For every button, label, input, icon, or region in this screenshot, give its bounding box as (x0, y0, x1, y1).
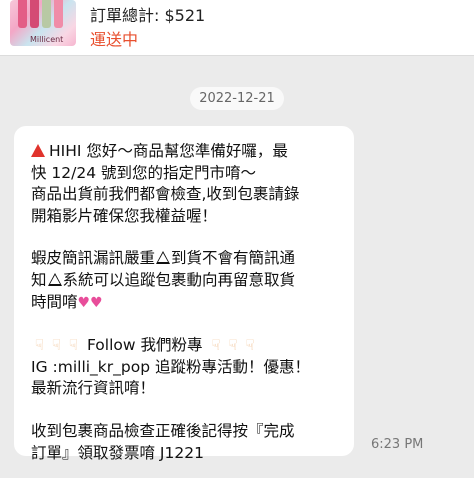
product-thumbnail: Millicent (10, 0, 76, 46)
hand-pointing-down-icon: ☟ (34, 336, 45, 355)
hand-pointing-down-icon: ☟ (51, 336, 62, 355)
hand-pointing-down-icon: ☟ (211, 336, 221, 355)
message-line: 收到包裹商品檢查正確後記得按『完成 (31, 421, 295, 440)
order-total-label: 訂單總計: (90, 6, 160, 25)
order-total-value: $521 (164, 6, 206, 25)
order-total: 訂單總計: $521 (90, 2, 205, 26)
red-triangle-icon (31, 144, 45, 157)
message-text: 時間唷 (31, 292, 78, 311)
thumbnail-brand-text: Millicent (30, 35, 64, 44)
message-line: 知系統可以追蹤包裹動向再留意取貨 (31, 270, 339, 292)
date-separator: 2022-12-21 (190, 87, 284, 110)
warning-sign-icon (47, 272, 62, 286)
message-text: 蝦皮簡訊漏訊嚴重 (31, 249, 156, 268)
message-line: 蝦皮簡訊漏訊嚴重 到貨不會有簡訊通 (31, 248, 339, 270)
two-hearts-icon: ♥♥ (77, 294, 103, 311)
warning-sign-icon (156, 251, 171, 265)
hand-pointing-down-icon: ☟ (68, 336, 79, 355)
message-paragraph-2: 蝦皮簡訊漏訊嚴重 到貨不會有簡訊通 知系統可以追蹤包裹動向再留意取貨 時間唷♥♥ (31, 248, 339, 314)
message-paragraph-4: 收到包裹商品檢查正確後記得按『完成 訂單』領取發票唷 J1221 (31, 421, 339, 464)
message-text: Follow 我們粉專 (86, 336, 203, 355)
lipstick-tube-image (18, 0, 27, 28)
order-status: 運送中 (90, 30, 139, 49)
chat-message-bubble[interactable]: HIHI 您好～商品幫您準備好囉，最 快 12/24 號到您的指定門市唷～ 商品… (14, 126, 354, 462)
lipstick-tube-image (30, 0, 39, 28)
lipstick-tube-image (54, 0, 63, 28)
message-line: HIHI 您好～商品幫您準備好囉，最 (31, 141, 339, 163)
lipstick-tube-image (42, 0, 51, 28)
message-line: 開箱影片確保您我權益喔！ (31, 206, 218, 225)
hand-pointing-down-icon: ☟ (245, 336, 255, 355)
message-line: 訂單』領取發票唷 J1221 (31, 443, 204, 462)
message-line: 商品出貨前我們都會檢查,收到包裹請錄 (31, 185, 300, 204)
message-line: 時間唷♥♥ (31, 292, 339, 315)
message-line: ☟ ☟ ☟ Follow 我們粉專 ☟ ☟ ☟ (31, 335, 339, 357)
message-paragraph-3: ☟ ☟ ☟ Follow 我們粉專 ☟ ☟ ☟ IG :milli_kr_pop 追蹤粉… (31, 335, 339, 400)
order-summary-card[interactable]: Millicent 訂單總計: $521 運送中 (0, 0, 474, 56)
message-text: 系統可以追蹤包裹動向再留意取貨 (62, 270, 296, 289)
message-line: IG :milli_kr_pop 追蹤粉專活動！優惠！ (31, 357, 310, 376)
message-line: 快 12/24 號到您的指定門市唷～ (31, 163, 257, 182)
message-text: 到貨不會有簡訊通 (171, 249, 296, 268)
message-paragraph-1: HIHI 您好～商品幫您準備好囉，最 快 12/24 號到您的指定門市唷～ 商品… (31, 141, 339, 227)
hand-pointing-down-icon: ☟ (228, 336, 238, 355)
message-line: 最新流行資訊唷！ (31, 379, 156, 398)
message-text: 知 (31, 270, 47, 289)
message-text: HIHI 您好～商品幫您準備好囉，最 (49, 142, 288, 160)
message-timestamp: 6:23 PM (371, 437, 424, 452)
